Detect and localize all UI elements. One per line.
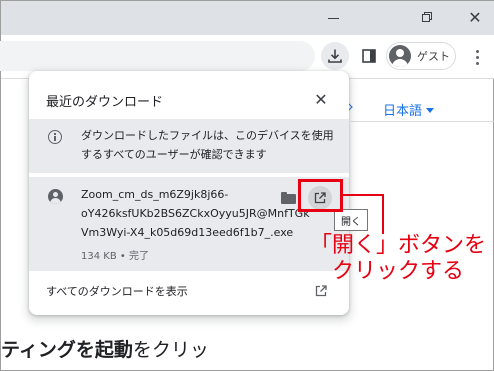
close-icon: ✕ xyxy=(314,89,328,109)
annotation-highlight-box xyxy=(298,179,343,212)
download-status: 134 KB • 完了 xyxy=(81,251,149,262)
browser-menu-button[interactable] xyxy=(467,45,487,69)
info-icon xyxy=(48,130,62,144)
download-notice: ダウンロードしたファイルは、このデバイスを使用するすべてのユーザーが確認できます xyxy=(29,119,349,173)
caret-down-icon xyxy=(426,108,435,113)
minimize-button[interactable] xyxy=(315,5,351,29)
page-body-bold: ティングを起動 xyxy=(1,339,133,361)
side-panel-icon xyxy=(362,49,376,63)
folder-icon[interactable] xyxy=(281,192,296,204)
page-divider xyxy=(351,121,494,122)
window-close-button[interactable]: ✕ xyxy=(457,5,493,29)
restore-button[interactable] xyxy=(409,5,445,29)
annotation-connector xyxy=(343,194,384,196)
minimize-icon xyxy=(327,17,339,19)
address-bar[interactable] xyxy=(0,41,315,71)
file-type-icon xyxy=(48,189,63,204)
downloads-button[interactable] xyxy=(321,42,349,70)
page-body-rest: をクリッ xyxy=(132,339,209,361)
side-panel-button[interactable] xyxy=(357,44,381,68)
language-label: 日本語 xyxy=(383,104,423,119)
notice-text: ダウンロードしたファイルは、このデバイスを使用するすべてのユーザーが確認できます xyxy=(81,129,334,161)
open-tooltip: 開く xyxy=(334,209,368,231)
more-vert-icon xyxy=(475,49,479,53)
restore-icon xyxy=(421,11,433,23)
annotation-connector xyxy=(382,194,384,234)
close-icon: ✕ xyxy=(468,7,482,27)
bubble-title: 最近のダウンロード xyxy=(46,95,164,110)
show-all-downloads-link[interactable]: すべてのダウンロードを表示 xyxy=(46,283,188,299)
title-bar: ✕ xyxy=(1,1,494,35)
profile-button[interactable]: ゲスト xyxy=(386,42,456,70)
avatar-icon xyxy=(389,45,411,67)
download-filename: Zoom_cm_ds_m6Z9jk8j66-oY426ksfUKb2BS6ZCk… xyxy=(81,188,310,239)
download-icon xyxy=(328,49,342,63)
profile-label: ゲスト xyxy=(417,50,450,63)
annotation-text: 「開く」ボタンをクリックする xyxy=(309,233,486,284)
language-selector[interactable]: 日本語 xyxy=(383,100,435,119)
bubble-close-button[interactable]: ✕ xyxy=(311,89,331,109)
page-body-text: ティングを起動をクリッ xyxy=(1,335,209,362)
